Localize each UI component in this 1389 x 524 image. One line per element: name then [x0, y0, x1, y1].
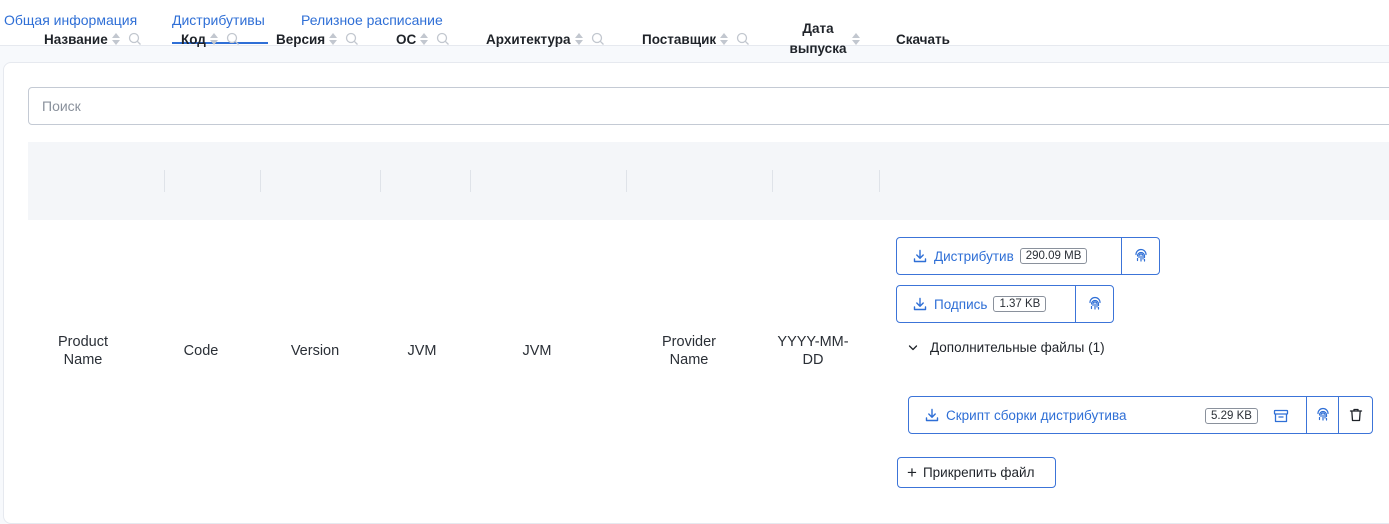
column-header-vendor: Поставщик: [642, 0, 750, 78]
download-distribution-label: Дистрибутив: [934, 248, 1014, 264]
sort-icon[interactable]: [420, 32, 429, 46]
fingerprint-icon: [1135, 248, 1147, 262]
search-icon[interactable]: [436, 32, 450, 46]
download-icon: [913, 297, 927, 311]
size-badge: 1.37 KB: [993, 296, 1047, 312]
sort-icon[interactable]: [852, 32, 860, 46]
column-separator: [164, 170, 165, 192]
extra-file-checksum-button[interactable]: [1306, 397, 1338, 433]
sort-icon[interactable]: [209, 32, 218, 46]
column-header-name: Название: [44, 0, 142, 78]
table-header: [28, 142, 1389, 220]
attach-file-label: Прикрепить файл: [922, 465, 1035, 480]
search-icon[interactable]: [128, 32, 142, 46]
delete-extra-file-button[interactable]: [1338, 397, 1372, 433]
cell-version: Version: [290, 343, 340, 359]
distribution-checksum-button[interactable]: [1121, 238, 1159, 274]
search-icon[interactable]: [345, 32, 359, 46]
column-header-version: Версия: [276, 0, 359, 78]
signature-checksum-button[interactable]: [1075, 286, 1113, 322]
search-input[interactable]: [40, 97, 644, 115]
download-extra-file-label: Скрипт сборки дистрибутива: [946, 407, 1127, 423]
download-signature-main[interactable]: Подпись 1.37 KB: [897, 286, 1075, 322]
attach-file-button[interactable]: + Прикрепить файл: [897, 457, 1056, 488]
download-extra-file-button[interactable]: Скрипт сборки дистрибутива 5.29 KB: [908, 396, 1373, 434]
sort-icon[interactable]: [720, 32, 729, 46]
search-icon[interactable]: [226, 32, 240, 46]
sort-icon[interactable]: [574, 32, 583, 46]
column-header-download: Скачать: [896, 31, 950, 47]
extra-files-toggle[interactable]: Дополнительные файлы (1): [908, 340, 1105, 355]
sort-icon[interactable]: [329, 32, 338, 46]
column-separator: [626, 170, 627, 192]
search-box: [28, 87, 1389, 125]
fingerprint-icon: [1089, 296, 1101, 310]
download-distribution-main[interactable]: Дистрибутив 290.09 MB: [897, 238, 1121, 274]
fingerprint-icon: [1316, 407, 1329, 421]
cell-architecture: JVM: [522, 343, 552, 359]
column-header-release-date: Дата выпуска: [788, 0, 860, 78]
search-icon[interactable]: [591, 32, 605, 46]
column-separator: [879, 170, 880, 192]
cell-code: Code: [183, 343, 219, 359]
size-badge: 5.29 KB: [1205, 408, 1258, 424]
chevron-down-icon: [908, 344, 918, 350]
search-icon[interactable]: [736, 32, 750, 46]
cell-vendor: Provider Name: [662, 334, 716, 368]
download-icon: [925, 408, 939, 422]
extra-files-label: Дополнительные файлы (1): [930, 340, 1105, 355]
sort-icon[interactable]: [111, 32, 120, 46]
column-separator: [470, 170, 471, 192]
column-header-architecture: Архитектура: [486, 0, 605, 78]
plus-icon: +: [907, 462, 917, 482]
column-header-code: Код: [181, 0, 240, 78]
trash-icon: [1349, 408, 1362, 422]
column-separator: [260, 170, 261, 192]
download-signature-label: Подпись: [934, 296, 988, 312]
cell-release-date: YYYY-MM-DD: [777, 334, 849, 368]
column-separator: [772, 170, 773, 192]
content-card: [3, 62, 1389, 524]
archive-icon[interactable]: [1273, 408, 1289, 424]
download-extra-file-main[interactable]: Скрипт сборки дистрибутива 5.29 KB: [909, 397, 1306, 433]
download-signature-button[interactable]: Подпись 1.37 KB: [896, 285, 1114, 323]
column-header-os: ОС: [396, 0, 450, 78]
download-icon: [913, 249, 927, 263]
cell-name: Product Name: [58, 334, 108, 368]
download-distribution-button[interactable]: Дистрибутив 290.09 MB: [896, 237, 1160, 275]
column-separator: [380, 170, 381, 192]
size-badge: 290.09 MB: [1019, 248, 1088, 264]
cell-os: JVM: [407, 343, 437, 359]
